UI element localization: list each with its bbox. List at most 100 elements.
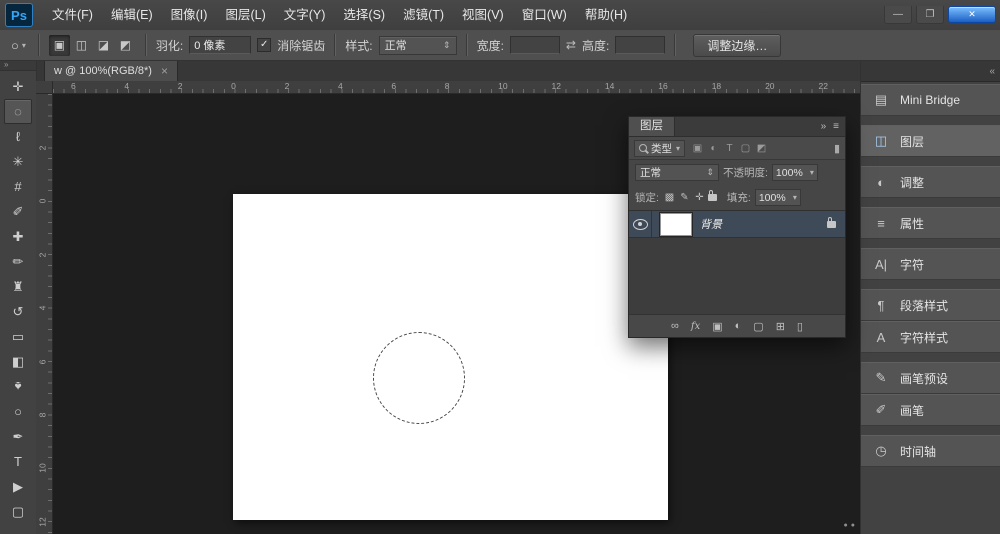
layer-thumbnail[interactable] (660, 213, 692, 236)
lock-image-pixels-icon[interactable]: ✎ (678, 192, 691, 203)
document-tab[interactable]: w @ 100%(RGB/8*) × (44, 61, 178, 81)
intersect-selection-button[interactable]: ◩ (115, 35, 136, 56)
spot-healing-brush-tool[interactable]: ✚ (4, 224, 32, 249)
eyedropper-tool[interactable]: ✐ (4, 199, 32, 224)
layer-style-icon[interactable]: fx (691, 321, 700, 332)
clone-stamp-tool[interactable]: ♜ (4, 274, 32, 299)
panel-button-adjustments[interactable]: ◐ 调整 (861, 166, 1000, 198)
close-button[interactable]: ✕ (948, 6, 996, 23)
layer-visibility-toggle[interactable] (629, 211, 652, 237)
tab-close-icon[interactable]: × (161, 65, 168, 77)
new-layer-icon[interactable]: ⊞ (776, 320, 785, 333)
blend-mode-select[interactable]: 正常 ⇕ (635, 164, 719, 181)
panel-menu-icon[interactable]: ≡ (833, 121, 839, 132)
panel-button-character[interactable]: A| 字符 (861, 248, 1000, 280)
horizontal-ruler-labels: 6420246810121416182022 (53, 81, 860, 91)
opacity-select[interactable]: 100% ▾ (772, 164, 818, 181)
elliptical-marquee-tool[interactable]: ◌ (4, 99, 32, 124)
layer-row-background[interactable]: 背景 (629, 210, 845, 238)
minimize-button[interactable]: — (884, 6, 912, 24)
blur-tool[interactable]: ♠ (4, 374, 32, 399)
maximize-button[interactable]: ❐ (916, 6, 944, 24)
fill-label: 填充: (727, 190, 751, 205)
fill-select[interactable]: 100% ▾ (755, 189, 801, 206)
lasso-tool[interactable]: ℓ (4, 124, 32, 149)
dodge-tool[interactable]: ○ (4, 399, 32, 424)
swap-width-height-icon[interactable]: ⇄ (566, 38, 576, 52)
lock-position-icon[interactable]: ✛ (693, 192, 706, 203)
type-tool[interactable]: T (4, 449, 32, 474)
menu-item[interactable]: 图层(L) (216, 1, 274, 30)
gradient-tool[interactable]: ◧ (4, 349, 32, 374)
crop-tool[interactable]: # (4, 174, 32, 199)
layers-panel: 图层 » ≡ 类型 ▾ ▣◐T▢◩ ▮ 正常 ⇕ 不透明度: 100% ▾ (628, 116, 846, 338)
panel-button-properties[interactable]: ≡ 属性 (861, 207, 1000, 239)
lock-transparent-pixels-icon[interactable]: ▩ (663, 192, 676, 203)
panel-button-brush[interactable]: ✐ 画笔 (861, 394, 1000, 426)
layer-filter-icons: ▣◐T▢◩ (691, 143, 768, 154)
panel-button-layers[interactable]: ◫ 图层 (861, 125, 1000, 157)
menu-item[interactable]: 窗口(W) (513, 1, 576, 30)
new-adjustment-layer-icon[interactable]: ◐ (735, 320, 742, 332)
ruler-tick-cell: 0 (36, 193, 52, 246)
menu-item[interactable]: 滤镜(T) (394, 1, 453, 30)
panel-label: 属性 (900, 215, 924, 232)
height-input[interactable] (615, 36, 665, 54)
horizontal-ruler[interactable]: 6420246810121416182022 (53, 81, 860, 94)
subtract-from-selection-button[interactable]: ◪ (93, 35, 114, 56)
delete-layer-icon[interactable]: ▯ (797, 320, 803, 333)
menu-item[interactable]: 文件(F) (43, 1, 102, 30)
vertical-ruler[interactable]: 202468101214 (36, 94, 53, 534)
document-canvas[interactable] (233, 194, 668, 520)
shape-tool[interactable]: ▢ (4, 499, 32, 524)
dock-resize-grip[interactable]: ●● (844, 522, 858, 529)
menu-item[interactable]: 图像(I) (162, 1, 217, 30)
eraser-tool[interactable]: ▭ (4, 324, 32, 349)
feather-input[interactable] (189, 36, 251, 54)
path-selection-tool[interactable]: ▶ (4, 474, 32, 499)
quick-selection-tool[interactable]: ✳ (4, 149, 32, 174)
refine-edge-button[interactable]: 调整边缘… (693, 34, 781, 57)
layer-filter-row: 类型 ▾ ▣◐T▢◩ ▮ (629, 137, 845, 160)
filter-type-layers-icon[interactable]: T (723, 143, 736, 154)
ruler-origin-corner[interactable] (36, 81, 53, 94)
panel-button-character-styles[interactable]: A 字符样式 (861, 321, 1000, 353)
tool-preset-picker[interactable]: ○ ▾ (8, 37, 29, 54)
menu-item[interactable]: 文字(Y) (275, 1, 335, 30)
filter-adjustment-layers-icon[interactable]: ◐ (707, 143, 720, 154)
panel-button-paragraph-styles[interactable]: ¶ 段落样式 (861, 289, 1000, 321)
selection-marquee[interactable] (373, 332, 465, 424)
add-layer-mask-icon[interactable]: ▣ (712, 320, 722, 333)
ruler-tick-label: 12 (38, 515, 48, 528)
layer-filter-toggle[interactable]: ▮ (834, 142, 840, 155)
brush-tool[interactable]: ✏ (4, 249, 32, 274)
lock-all-icon[interactable] (708, 194, 717, 201)
menu-item[interactable]: 帮助(H) (576, 1, 636, 30)
style-select[interactable]: 正常 ⇕ (379, 36, 457, 55)
move-tool[interactable]: ✛ (4, 74, 32, 99)
layers-panel-tab[interactable]: 图层 (629, 117, 675, 136)
filter-pixel-layers-icon[interactable]: ▣ (691, 143, 704, 154)
layers-list-empty-area[interactable] (629, 238, 845, 314)
menu-item[interactable]: 选择(S) (334, 1, 394, 30)
panel-button-brush-presets[interactable]: ✎ 画笔预设 (861, 362, 1000, 394)
filter-smart-objects-icon[interactable]: ◩ (755, 143, 768, 154)
panel-collapse-icon[interactable]: » (821, 121, 827, 132)
layer-filter-type-select[interactable]: 类型 ▾ (634, 140, 685, 157)
ruler-tick-label: 4 (124, 81, 177, 91)
panel-button-timeline[interactable]: ◷ 时间轴 (861, 435, 1000, 467)
filter-shape-layers-icon[interactable]: ▢ (739, 143, 752, 154)
menu-item[interactable]: 编辑(E) (102, 1, 162, 30)
antialias-checkbox[interactable]: ✓ (257, 38, 271, 52)
new-group-icon[interactable]: ▢ (753, 320, 763, 333)
link-layers-icon[interactable]: ∞ (671, 320, 679, 332)
panel-button-mini-bridge[interactable]: ▤ Mini Bridge (861, 84, 1000, 116)
menu-item[interactable]: 视图(V) (453, 1, 513, 30)
pen-tool[interactable]: ✒ (4, 424, 32, 449)
width-input[interactable] (510, 36, 560, 54)
add-to-selection-button[interactable]: ◫ (71, 35, 92, 56)
history-brush-tool[interactable]: ↺ (4, 299, 32, 324)
dock-collapse-icon[interactable]: « (989, 66, 995, 77)
new-selection-button[interactable]: ▣ (49, 35, 70, 56)
toolbox-collapse-icon[interactable]: » (0, 61, 36, 71)
